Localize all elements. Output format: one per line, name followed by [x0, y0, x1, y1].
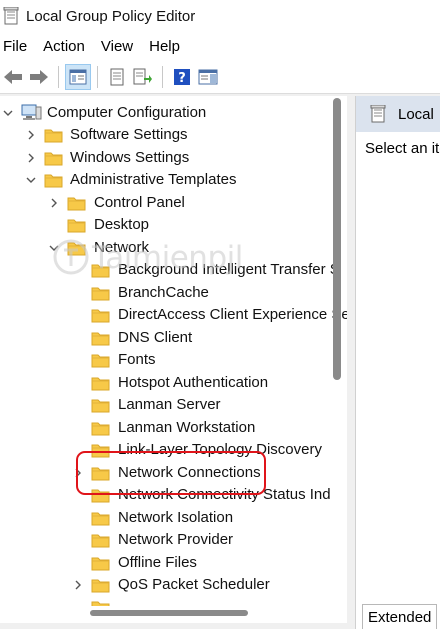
- tree-item-windows-settings[interactable]: Windows Settings: [0, 147, 347, 169]
- folder-icon: [91, 287, 110, 301]
- folder-icon: [91, 309, 110, 323]
- tree-label: DirectAccess Client Experience Se: [118, 306, 347, 323]
- tree-item-branchcache[interactable]: BranchCache: [0, 282, 347, 304]
- chevron-right-icon[interactable]: [25, 152, 37, 164]
- tree-label: Control Panel: [94, 194, 185, 211]
- tree-label: Network Provider: [118, 531, 234, 548]
- tab-extended[interactable]: Extended: [362, 604, 438, 629]
- tree-pane[interactable]: Computer Configuration Software Settings…: [0, 96, 347, 623]
- folder-icon: [67, 242, 86, 256]
- tree-item-dns-client[interactable]: DNS Client: [0, 327, 347, 349]
- tree-item-fonts[interactable]: Fonts: [0, 349, 347, 371]
- tree-vertical-scrollbar[interactable]: [333, 98, 341, 380]
- chevron-down-icon[interactable]: [48, 242, 60, 254]
- tree-item-administrative-templates[interactable]: Administrative Templates: [0, 169, 347, 191]
- tree-label: Windows Settings: [70, 149, 190, 166]
- folder-icon: [91, 601, 110, 606]
- tree-label: Desktop: [94, 216, 150, 233]
- menu-view[interactable]: View: [98, 38, 142, 55]
- folder-icon: [67, 219, 86, 233]
- tree-item-network[interactable]: Network: [0, 237, 347, 259]
- details-pane[interactable]: Local Select an ite Extended: [355, 96, 440, 629]
- tree-item-network-provider[interactable]: Network Provider: [0, 529, 347, 551]
- folder-icon: [91, 579, 110, 593]
- folder-icon: [91, 332, 110, 346]
- toolbar-separator: [58, 65, 59, 88]
- chevron-down-icon[interactable]: [25, 174, 37, 186]
- policy-document-icon: [3, 7, 19, 25]
- chevron-right-icon[interactable]: [48, 197, 60, 209]
- menu-help[interactable]: Help: [146, 38, 189, 55]
- status-strip: [0, 623, 355, 629]
- tree-label: Lanman Server: [118, 396, 221, 413]
- chevron-right-icon[interactable]: [72, 579, 84, 591]
- tree-label: Fonts: [118, 351, 156, 368]
- folder-icon: [91, 354, 110, 368]
- tree-label: Network Isolation: [118, 509, 234, 526]
- folder-icon: [91, 377, 110, 391]
- menu-bar: File Action View Help: [0, 32, 440, 60]
- folder-icon: [91, 264, 110, 278]
- show-hide-pane-icon[interactable]: [195, 64, 221, 90]
- tree-label: Hotspot Authentication: [118, 374, 269, 391]
- toolbar-separator: [97, 65, 98, 88]
- tree-item-network-isolation[interactable]: Network Isolation: [0, 507, 347, 529]
- toolbar-separator: [162, 65, 163, 88]
- properties-icon[interactable]: [104, 64, 130, 90]
- tree-item-lanman-server[interactable]: Lanman Server: [0, 394, 347, 416]
- back-arrow-icon[interactable]: [0, 64, 26, 90]
- folder-icon: [91, 534, 110, 548]
- highlight-annotation: [76, 451, 266, 495]
- tree-label: Software Settings: [70, 126, 188, 143]
- policy-document-icon: [370, 105, 386, 123]
- menu-file[interactable]: File: [0, 38, 36, 55]
- tree-item-hotspot-authentication[interactable]: Hotspot Authentication: [0, 372, 347, 394]
- folder-icon: [44, 129, 63, 143]
- folder-icon: [44, 152, 63, 166]
- tree-item-desktop[interactable]: Desktop: [0, 214, 347, 236]
- tree-item-background-intelligent-transfer[interactable]: Background Intelligent Transfer S: [0, 259, 347, 281]
- tree-label: Administrative Templates: [70, 171, 237, 188]
- toolbar: ?: [0, 60, 440, 94]
- export-list-icon[interactable]: [130, 64, 156, 90]
- details-header-title: Local: [398, 105, 434, 123]
- menu-action[interactable]: Action: [40, 38, 94, 55]
- folder-icon: [91, 512, 110, 526]
- forward-arrow-icon[interactable]: [26, 64, 52, 90]
- folder-icon: [91, 557, 110, 571]
- tree-item-computer-configuration[interactable]: Computer Configuration: [0, 102, 347, 124]
- tree-label: Lanman Workstation: [118, 419, 256, 436]
- tree-label: Background Intelligent Transfer S: [118, 261, 340, 278]
- details-hint-text: Select an ite: [365, 140, 440, 157]
- tree-label: BranchCache: [118, 284, 209, 301]
- tree-label: Computer Configuration: [47, 104, 207, 121]
- tree-item-offline-files[interactable]: Offline Files: [0, 552, 347, 574]
- show-tree-icon[interactable]: [65, 63, 91, 90]
- chevron-down-icon[interactable]: [2, 107, 14, 119]
- chevron-right-icon[interactable]: [25, 129, 37, 141]
- tree-item-directaccess-client[interactable]: DirectAccess Client Experience Se: [0, 304, 347, 326]
- folder-icon: [44, 174, 63, 188]
- tree-label: Network: [94, 239, 150, 256]
- computer-icon: [21, 104, 42, 120]
- help-icon[interactable]: ?: [169, 64, 195, 90]
- tree-label: Offline Files: [118, 554, 197, 571]
- title-bar: Local Group Policy Editor: [0, 0, 440, 32]
- tree-label: DNS Client: [118, 329, 193, 346]
- tree-horizontal-scrollbar[interactable]: [90, 610, 248, 616]
- tree-label: QoS Packet Scheduler: [118, 576, 270, 593]
- folder-icon: [67, 197, 86, 211]
- svg-text:?: ?: [178, 71, 186, 86]
- tree-item-lanman-workstation[interactable]: Lanman Workstation: [0, 417, 347, 439]
- window-title: Local Group Policy Editor: [26, 7, 196, 25]
- details-header: Local: [356, 96, 440, 132]
- folder-icon: [91, 399, 110, 413]
- tree-item-qos-packet-scheduler[interactable]: QoS Packet Scheduler: [0, 574, 347, 596]
- folder-icon: [91, 422, 110, 436]
- tree-item-software-settings[interactable]: Software Settings: [0, 124, 347, 146]
- tree-item-partial: [0, 596, 347, 606]
- tree-item-control-panel[interactable]: Control Panel: [0, 192, 347, 214]
